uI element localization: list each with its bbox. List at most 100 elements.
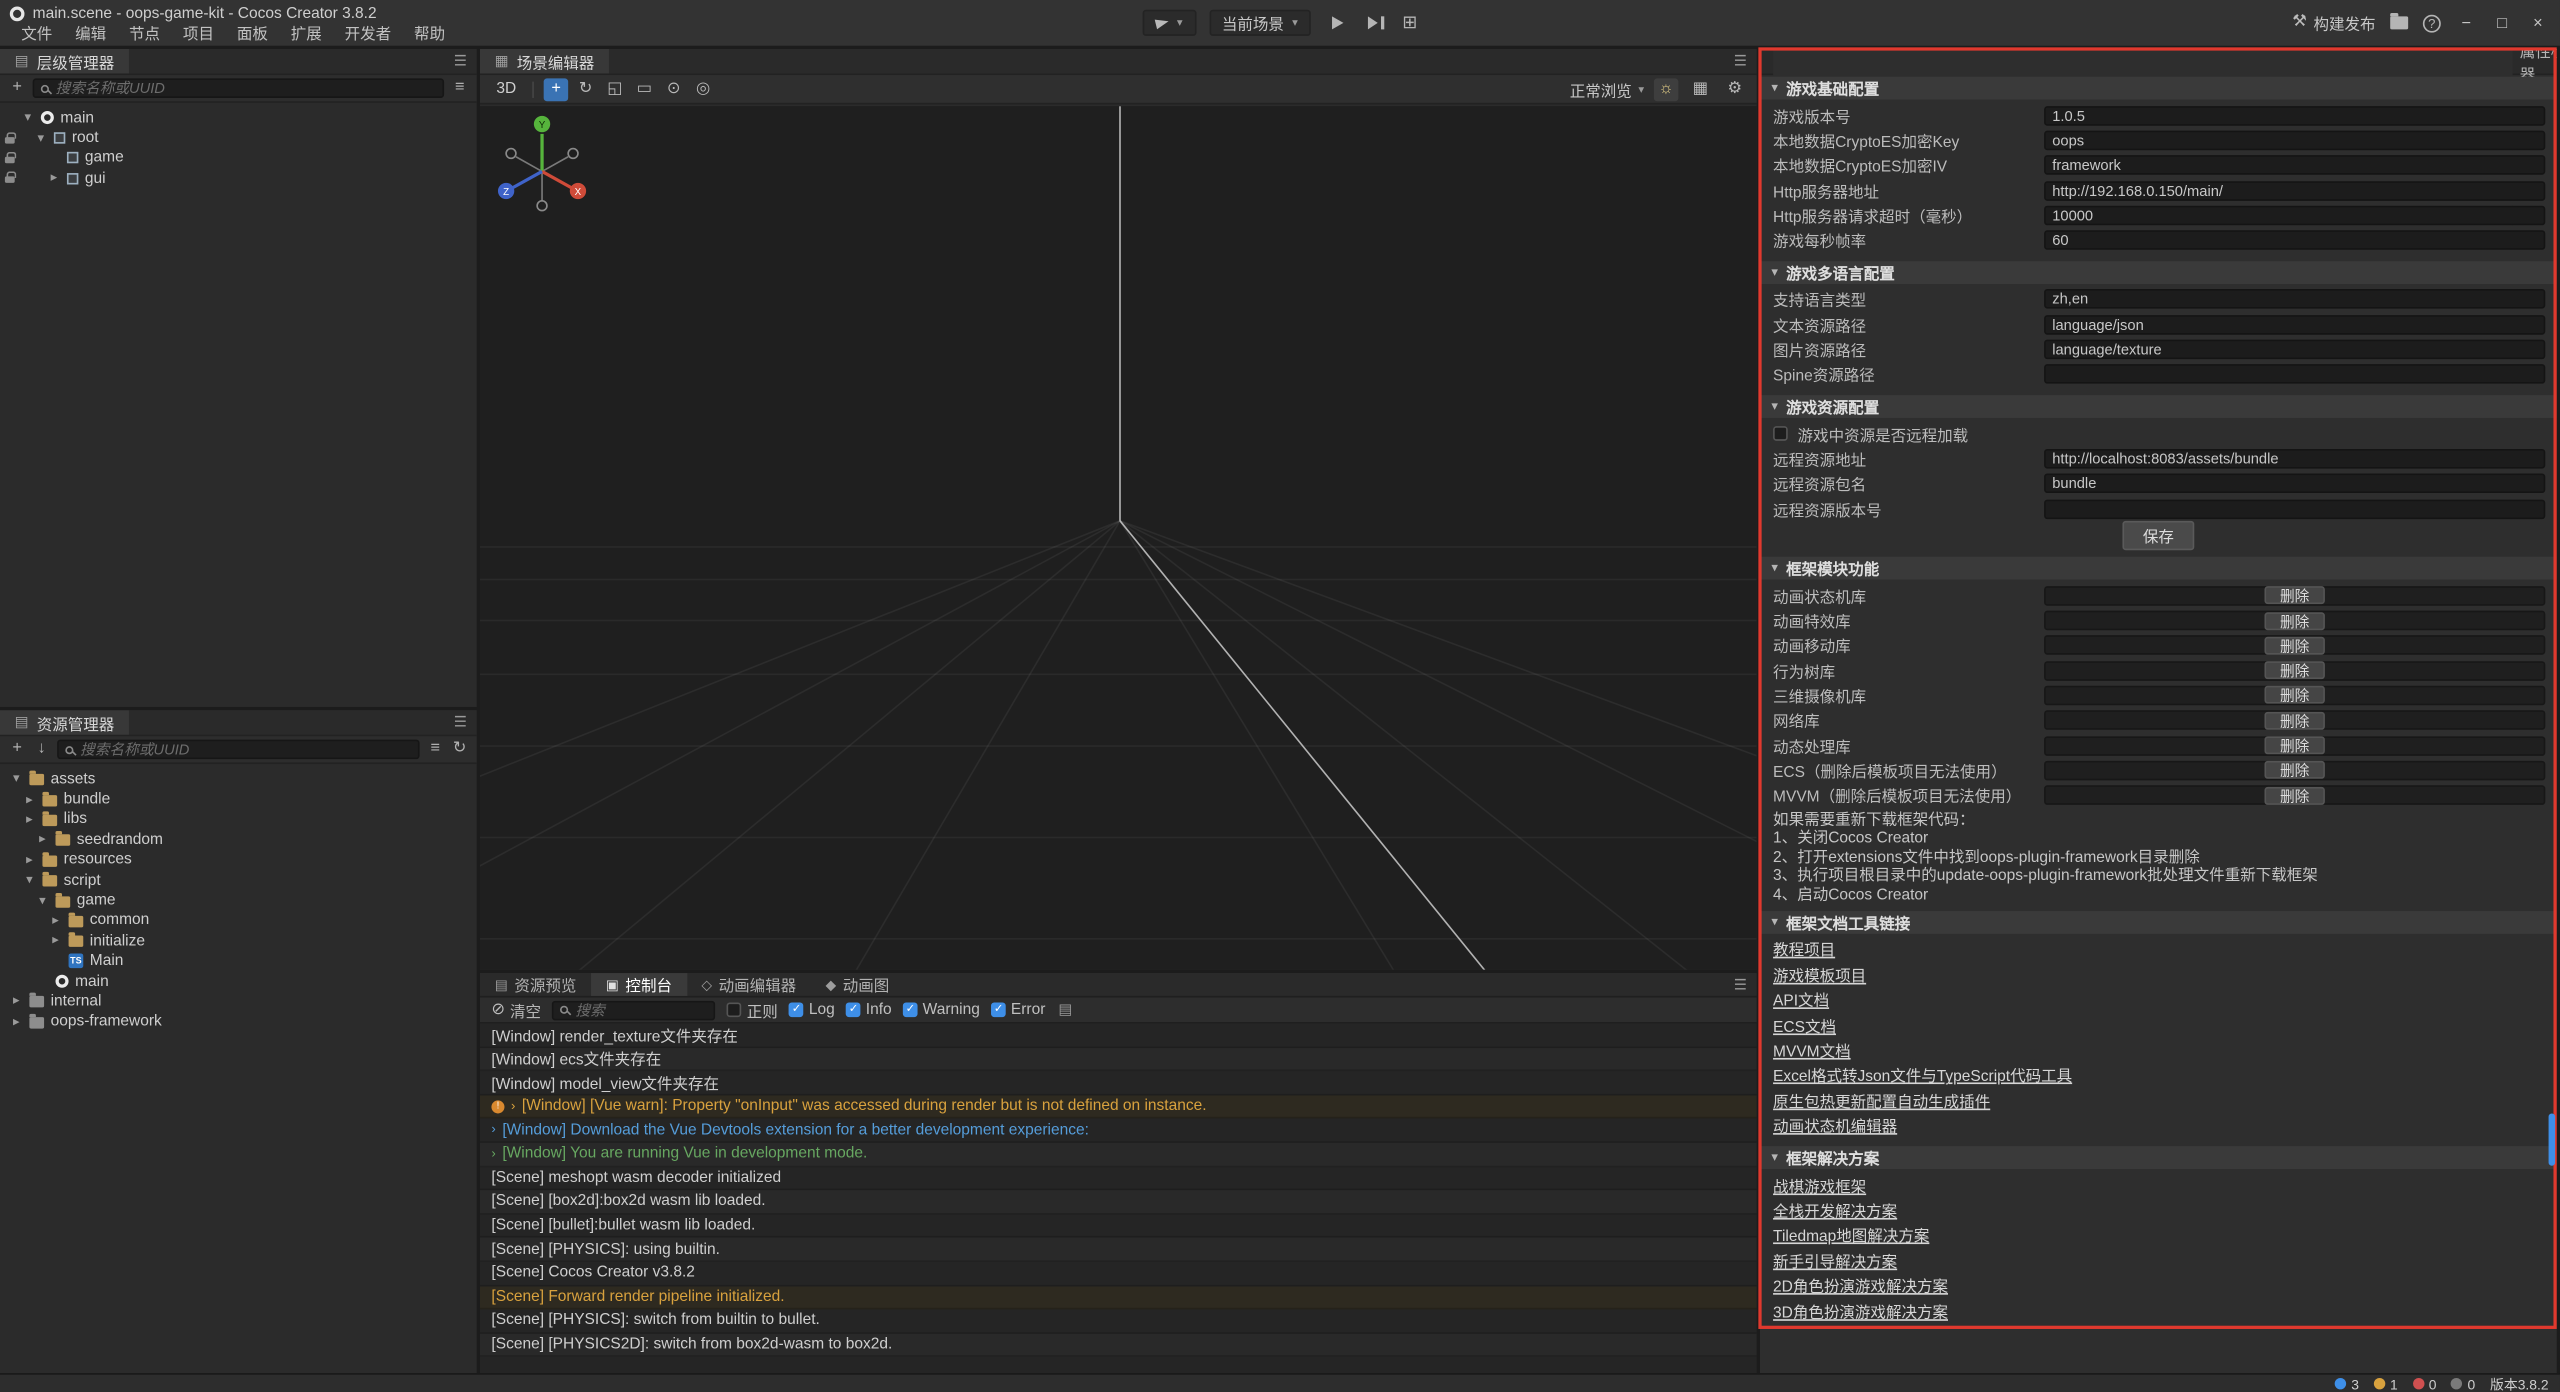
- axis-gizmo[interactable]: Y X Z: [480, 106, 604, 230]
- hierarchy-node[interactable]: gui: [0, 168, 477, 188]
- console-dock-tab[interactable]: 控制台: [591, 973, 687, 996]
- delete-module-button[interactable]: 删除: [2265, 637, 2324, 655]
- scene-view-settings-button[interactable]: ▦: [1688, 78, 1712, 101]
- hierarchy-node[interactable]: main: [0, 108, 477, 128]
- expand-arrow-icon[interactable]: [21, 111, 34, 124]
- console-search[interactable]: [552, 1000, 715, 1020]
- hierarchy-search[interactable]: [33, 78, 444, 98]
- text-input[interactable]: bundle: [2044, 474, 2545, 494]
- menu-item[interactable]: 面板: [225, 21, 279, 44]
- console-dock-tab[interactable]: 动画编辑器: [687, 973, 811, 996]
- expand-chevron-icon[interactable]: [491, 1124, 495, 1137]
- minimize-button[interactable]: −: [2456, 14, 2477, 32]
- doc-link[interactable]: API文档: [1773, 988, 1829, 1011]
- message-count[interactable]: 1: [2374, 1376, 2398, 1392]
- message-count[interactable]: 0: [2451, 1376, 2475, 1392]
- asset-node[interactable]: script: [0, 870, 477, 890]
- projection-toggle[interactable]: 3D: [490, 80, 523, 98]
- asset-node[interactable]: initialize: [0, 931, 477, 951]
- panel-menu-icon[interactable]: ☰: [1734, 973, 1757, 996]
- clear-console-button[interactable]: ⊘ 清空: [491, 998, 541, 1021]
- solution-link[interactable]: 战棋游戏框架: [1773, 1173, 1866, 1196]
- menu-item[interactable]: 扩展: [279, 21, 333, 44]
- scrollbar-thumb[interactable]: [2549, 1113, 2556, 1165]
- doc-link[interactable]: ECS文档: [1773, 1013, 1836, 1036]
- refresh-icon[interactable]: ↻: [451, 741, 469, 757]
- solution-link[interactable]: 2D角色扮演游戏解决方案: [1773, 1274, 1948, 1297]
- console-dock-tab[interactable]: 资源预览: [480, 973, 591, 996]
- console-message[interactable]: [Window] model_view文件夹存在: [480, 1071, 1757, 1095]
- section-header[interactable]: 游戏资源配置: [1760, 395, 2557, 418]
- section-header[interactable]: 游戏基础配置: [1760, 77, 2557, 100]
- panel-menu-icon[interactable]: ☰: [1734, 52, 1757, 70]
- coordinate-space-button[interactable]: ◎: [691, 78, 715, 101]
- assets-tab[interactable]: ▤ 资源管理器: [0, 710, 129, 734]
- create-node-button[interactable]: +: [8, 80, 26, 96]
- text-input[interactable]: oops: [2044, 131, 2545, 151]
- scene-tab[interactable]: ▦ 场景编辑器: [480, 49, 609, 73]
- console-message[interactable]: [Scene] Cocos Creator v3.8.2: [480, 1262, 1757, 1286]
- rotate-tool-button[interactable]: ↻: [573, 78, 597, 101]
- console-message[interactable]: [Scene] meshopt wasm decoder initialized: [480, 1167, 1757, 1191]
- pivot-toggle-button[interactable]: ⊙: [661, 78, 685, 101]
- expand-arrow-icon[interactable]: [36, 894, 49, 907]
- panel-menu-icon[interactable]: ☰: [454, 713, 477, 731]
- text-input[interactable]: http://localhost:8083/assets/bundle: [2044, 449, 2545, 469]
- delete-module-button[interactable]: 删除: [2265, 761, 2324, 779]
- asset-node[interactable]: oops-framework: [0, 1012, 477, 1032]
- asset-node[interactable]: main: [0, 971, 477, 991]
- text-input[interactable]: zh,en: [2044, 290, 2545, 310]
- console-message[interactable]: [Window] You are running Vue in developm…: [480, 1143, 1757, 1167]
- doc-link[interactable]: 动画状态机编辑器: [1773, 1114, 1897, 1137]
- console-filter-toggle[interactable]: 正则: [727, 998, 778, 1021]
- assets-search[interactable]: [57, 740, 419, 760]
- expand-arrow-icon[interactable]: [47, 172, 60, 185]
- expand-arrow-icon[interactable]: [49, 934, 62, 947]
- asset-node[interactable]: libs: [0, 809, 477, 829]
- checkbox[interactable]: [846, 1002, 861, 1017]
- play-button[interactable]: [1324, 10, 1350, 36]
- view-mode-select[interactable]: 正常浏览 ▾: [1570, 78, 1644, 101]
- asset-node[interactable]: seedrandom: [0, 830, 477, 850]
- menu-item[interactable]: 项目: [172, 21, 226, 44]
- open-log-file-icon[interactable]: ▤: [1058, 1002, 1072, 1017]
- console-search-input[interactable]: [575, 1002, 707, 1018]
- menu-item[interactable]: 帮助: [403, 21, 457, 44]
- build-publish-button[interactable]: ⚒ 构建发布: [2292, 11, 2375, 34]
- step-button[interactable]: [1363, 10, 1389, 36]
- panel-menu-icon[interactable]: ☰: [454, 52, 477, 70]
- asset-node[interactable]: common: [0, 911, 477, 931]
- console-message[interactable]: [Scene] [bullet]:bullet wasm lib loaded.: [480, 1214, 1757, 1238]
- delete-module-button[interactable]: 删除: [2265, 662, 2324, 680]
- section-header[interactable]: 框架文档工具链接: [1760, 911, 2557, 934]
- text-input[interactable]: [2044, 499, 2545, 519]
- solution-link[interactable]: Tiledmap地图解决方案: [1773, 1223, 1929, 1246]
- maximize-button[interactable]: □: [2491, 14, 2512, 32]
- section-header[interactable]: 框架解决方案: [1760, 1146, 2557, 1169]
- text-input[interactable]: 1.0.5: [2044, 106, 2545, 126]
- menu-item[interactable]: 节点: [118, 21, 172, 44]
- checkbox[interactable]: [903, 1002, 918, 1017]
- solution-link[interactable]: 全栈开发解决方案: [1773, 1198, 1897, 1221]
- section-header[interactable]: 框架模块功能: [1760, 557, 2557, 580]
- text-input[interactable]: framework: [2044, 155, 2545, 175]
- asset-node[interactable]: assets: [0, 769, 477, 789]
- console-message[interactable]: [Scene] [PHYSICS2D]: switch from box2d-w…: [480, 1333, 1757, 1357]
- console-message[interactable]: [Window] Download the Vue Devtools exten…: [480, 1119, 1757, 1143]
- expand-arrow-icon[interactable]: [10, 995, 23, 1008]
- console-filter-toggle[interactable]: Info: [846, 1001, 891, 1019]
- asset-node[interactable]: Main: [0, 951, 477, 971]
- scene-viewport[interactable]: Y X Z: [480, 106, 1757, 970]
- expand-chevron-icon[interactable]: [491, 1147, 495, 1160]
- expand-arrow-icon[interactable]: [34, 132, 47, 145]
- move-tool-button[interactable]: +: [544, 78, 568, 101]
- filter-icon[interactable]: ≡: [451, 80, 469, 96]
- console-filter-toggle[interactable]: Warning: [903, 1001, 980, 1019]
- hierarchy-node[interactable]: root: [0, 128, 477, 148]
- doc-link[interactable]: MVVM文档: [1773, 1038, 1851, 1061]
- expand-arrow-icon[interactable]: [49, 914, 62, 927]
- expand-arrow-icon[interactable]: [36, 833, 49, 846]
- help-icon[interactable]: ?: [2423, 14, 2441, 32]
- menu-item[interactable]: 开发者: [333, 21, 402, 44]
- expand-arrow-icon[interactable]: [23, 793, 36, 806]
